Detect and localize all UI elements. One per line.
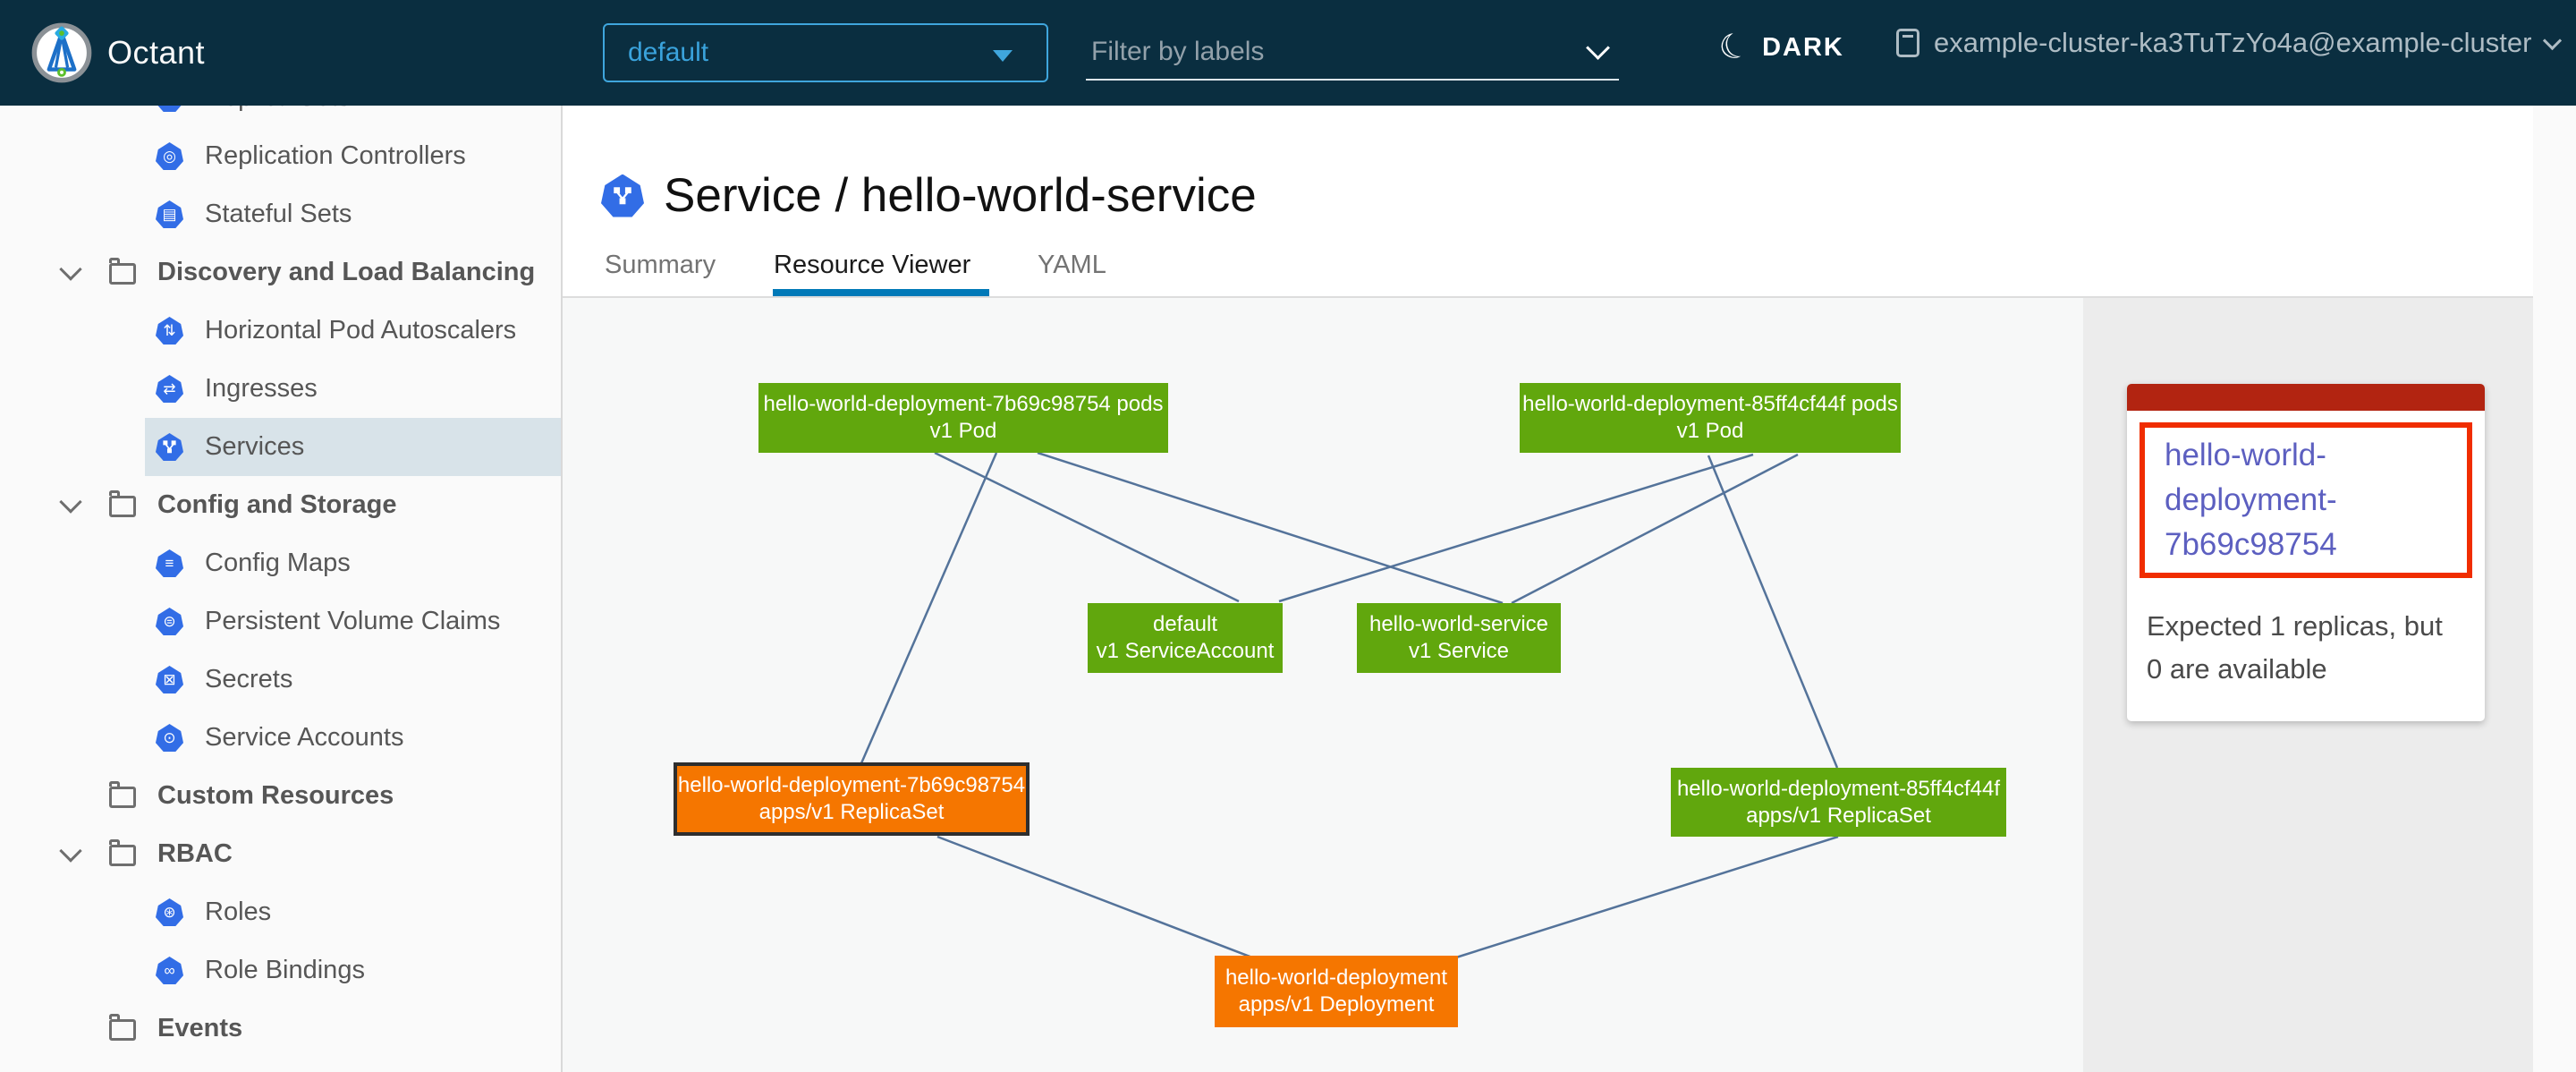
- graph-edge: [1038, 453, 1503, 603]
- sidebar-nav-list: ▣ Replica Sets ◎ Replication Controllers…: [0, 106, 561, 1058]
- graph-node-pod-7b69c98754[interactable]: hello-world-deployment-7b69c98754 pods v…: [758, 383, 1168, 453]
- chevron-down-icon[interactable]: [59, 839, 81, 862]
- chevron-down-icon[interactable]: [1586, 36, 1610, 60]
- services-icon: [156, 433, 183, 461]
- app-title: Octant: [107, 34, 205, 72]
- content-header: Service / hello-world-service Summary Re…: [561, 106, 2533, 298]
- replicaset-detail-link[interactable]: hello-world-deployment-7b69c98754: [2165, 433, 2447, 567]
- role-bindings-icon: ∞: [156, 957, 183, 984]
- replicas-warning-message: Expected 1 replicas, but 0 are available: [2147, 605, 2465, 691]
- sidebar-item-replication-controllers[interactable]: ◎ Replication Controllers: [0, 127, 561, 185]
- sidebar-item-services[interactable]: Services: [0, 418, 561, 476]
- config-maps-icon: ≡: [156, 549, 183, 577]
- octant-logo-icon: [30, 21, 93, 84]
- sidebar-group-events[interactable]: Events: [0, 1000, 561, 1058]
- folder-icon: [109, 845, 136, 866]
- pvc-icon: ⊜: [156, 608, 183, 635]
- moon-icon: ☾: [1715, 27, 1754, 69]
- folder-icon: [109, 787, 136, 808]
- sidebar-group-config-and-storage[interactable]: Config and Storage: [0, 476, 561, 534]
- graph-node-service-hello-world[interactable]: hello-world-service v1 Service: [1357, 603, 1561, 673]
- chevron-down-icon: [2543, 30, 2562, 49]
- namespace-dropdown[interactable]: default: [603, 23, 1048, 82]
- sidebar-item-horizontal-pod-autoscalers[interactable]: ⇅ Horizontal Pod Autoscalers: [0, 302, 561, 360]
- cluster-context-selector[interactable]: example-cluster-ka3TuTzYo4a@example-clus…: [1896, 27, 2559, 59]
- namespace-dropdown-value: default: [628, 38, 708, 68]
- sidebar-item-secrets[interactable]: ⊠ Secrets: [0, 651, 561, 709]
- page-title-row: Service / hello-world-service: [601, 168, 1257, 223]
- graph-node-serviceaccount-default[interactable]: default v1 ServiceAccount: [1088, 603, 1283, 673]
- roles-icon: ⊛: [156, 898, 183, 926]
- sidebar-group-discovery-and-load-balancing[interactable]: Discovery and Load Balancing: [0, 243, 561, 302]
- service-resource-icon: [601, 174, 644, 217]
- service-accounts-icon: ⊙: [156, 724, 183, 752]
- graph-edge: [937, 837, 1252, 957]
- graph-node-deployment-hello-world[interactable]: hello-world-deployment apps/v1 Deploymen…: [1215, 956, 1458, 1027]
- tab-bar: Summary Resource Viewer YAML: [561, 242, 2533, 296]
- dropdown-caret-icon: [993, 50, 1013, 62]
- graph-node-replicaset-7b69c98754[interactable]: hello-world-deployment-7b69c98754 apps/v…: [674, 762, 1030, 836]
- sidebar-item-config-maps[interactable]: ≡ Config Maps: [0, 534, 561, 592]
- graph-node-pod-85ff4cf44f[interactable]: hello-world-deployment-85ff4cf44f pods v…: [1520, 383, 1901, 453]
- cluster-icon: [1896, 29, 1919, 57]
- tab-resource-viewer[interactable]: Resource Viewer: [774, 251, 970, 280]
- page-title: Service / hello-world-service: [664, 168, 1257, 223]
- graph-edge: [1708, 455, 1837, 768]
- active-tab-underline: [773, 289, 989, 296]
- hpa-icon: ⇅: [156, 317, 183, 345]
- sidebar-group-custom-resources[interactable]: Custom Resources: [0, 767, 561, 825]
- sidebar-item-persistent-volume-claims[interactable]: ⊜ Persistent Volume Claims: [0, 592, 561, 651]
- sidebar-group-rbac[interactable]: RBAC: [0, 825, 561, 883]
- app-header: Octant default ☾ DARK example-cluster-ka…: [0, 0, 2576, 106]
- sidebar-item-stateful-sets[interactable]: ▤ Stateful Sets: [0, 185, 561, 243]
- tab-yaml[interactable]: YAML: [1038, 251, 1106, 280]
- node-detail-panel: hello-world-deployment-7b69c98754 Expect…: [2083, 298, 2533, 1072]
- ingresses-icon: ⇄: [156, 375, 183, 403]
- graph-edge: [1279, 455, 1753, 601]
- label-filter: [1086, 25, 1619, 81]
- theme-toggle-button[interactable]: ☾ DARK: [1719, 30, 1844, 64]
- replication-controllers-icon: ◎: [156, 142, 183, 170]
- tab-summary[interactable]: Summary: [605, 251, 716, 280]
- cluster-context-value: example-cluster-ka3TuTzYo4a@example-clus…: [1934, 27, 2531, 59]
- replica-sets-icon: ▣: [156, 106, 183, 112]
- secrets-icon: ⊠: [156, 666, 183, 693]
- stateful-sets-icon: ▤: [156, 200, 183, 228]
- sidebar-nav: ▣ Replica Sets ◎ Replication Controllers…: [0, 106, 563, 1072]
- folder-icon: [109, 1019, 136, 1041]
- graph-node-replicaset-85ff4cf44f[interactable]: hello-world-deployment-85ff4cf44f apps/v…: [1671, 768, 2006, 837]
- label-filter-input[interactable]: [1089, 36, 1558, 68]
- replicaset-status-card: hello-world-deployment-7b69c98754 Expect…: [2127, 384, 2485, 721]
- card-highlight-box: hello-world-deployment-7b69c98754: [2140, 422, 2472, 578]
- graph-edge: [1512, 455, 1798, 603]
- sidebar-item-replica-sets[interactable]: ▣ Replica Sets: [0, 106, 561, 127]
- resource-viewer-graph: hello-world-deployment-7b69c98754 pods v…: [561, 298, 2083, 1072]
- graph-edge: [1456, 837, 1838, 957]
- card-status-accent-bar: [2127, 384, 2485, 411]
- chevron-down-icon[interactable]: [59, 490, 81, 513]
- chevron-down-icon[interactable]: [59, 258, 81, 280]
- theme-toggle-label: DARK: [1762, 33, 1844, 63]
- graph-edge: [861, 453, 996, 763]
- sidebar-item-ingresses[interactable]: ⇄ Ingresses: [0, 360, 561, 418]
- sidebar-item-role-bindings[interactable]: ∞ Role Bindings: [0, 941, 561, 1000]
- sidebar-item-roles[interactable]: ⊛ Roles: [0, 883, 561, 941]
- folder-icon: [109, 496, 136, 517]
- graph-edge: [935, 453, 1239, 601]
- folder-icon: [109, 263, 136, 285]
- sidebar-item-service-accounts[interactable]: ⊙ Service Accounts: [0, 709, 561, 767]
